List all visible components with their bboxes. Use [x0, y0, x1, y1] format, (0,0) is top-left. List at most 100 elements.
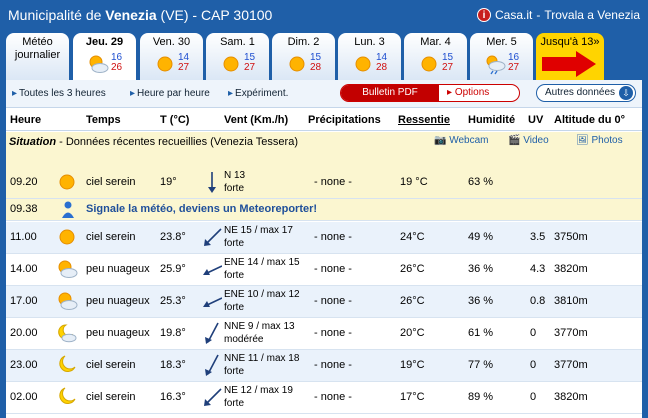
toutes-3-heures-link[interactable]: Toutes les 3 heures [12, 88, 106, 99]
table-header: Heure Temps T (°C) Vent (Km./h) Précipit… [6, 109, 642, 131]
row-temp: 16.3° [160, 391, 186, 403]
col-temp: T (°C) [160, 114, 190, 126]
experiment-link[interactable]: Expériment. [228, 88, 288, 99]
meteoreporter-link[interactable]: Signale la météo, deviens un Meteoreport… [86, 203, 317, 215]
tab-jeu-29[interactable]: Jeu. 29 16 26 [73, 33, 136, 81]
col-uv: UV [528, 114, 544, 126]
row-feel: 19°C [400, 359, 425, 371]
autres-donnees-button[interactable]: Autres données ⇩ [536, 84, 636, 102]
casa-link[interactable]: Casa.it [495, 8, 532, 22]
tab-label: Météo journalier [14, 36, 61, 61]
pdf-label: Bulletin PDF [362, 87, 418, 98]
video-label: Video [523, 135, 549, 146]
row-temp: 19° [160, 176, 177, 188]
col-vent: Vent (Km./h) [224, 114, 289, 126]
col-ressentie[interactable]: Ressentie [398, 114, 450, 126]
moon-cloud-icon [58, 324, 77, 343]
sun-icon [223, 56, 239, 72]
table-row: 02.00 ciel serein 16.3° NE 12 / max 19 f… [6, 382, 642, 414]
col-humidite: Humidité [468, 114, 516, 126]
day-tabs: Météo journalier Jeu. 29 16 26 Ven. 30 1… [6, 33, 642, 81]
row-humidity: 61 % [468, 327, 494, 339]
col-heure: Heure [10, 114, 42, 126]
row-humidity: 49 % [468, 231, 494, 243]
row-altitude: 3820m [554, 263, 588, 275]
row-precip: - none - [314, 263, 352, 275]
row-wind: NE 12 / max 19 [224, 385, 293, 396]
row-uv: 3.5 [530, 231, 546, 243]
row-sky: ciel serein [86, 359, 136, 371]
row-wind-strength: forte [224, 270, 245, 281]
row-time: 14.00 [10, 263, 38, 275]
row-wind: ENE 10 / max 12 [224, 289, 300, 300]
video-link[interactable]: 🎬 Video [508, 135, 549, 146]
row-wind-strength: forte [224, 238, 245, 249]
bulletin-pdf-button[interactable]: Bulletin PDF [341, 85, 439, 101]
row-wind: N 13 [224, 170, 246, 181]
row-temp: 25.9° [160, 263, 186, 275]
chevron-down-icon: ⇩ [619, 86, 633, 100]
row-uv: 0 [530, 391, 537, 403]
photos-label: Photos [591, 135, 623, 146]
row-uv: 0.8 [530, 295, 546, 307]
options-bar: Toutes les 3 heures Heure par heure Expé… [6, 80, 642, 108]
partly-cloudy-icon [58, 260, 78, 278]
row-time: 17.00 [10, 295, 38, 307]
row-time: 11.00 [10, 231, 37, 243]
info-icon: i [477, 8, 492, 22]
weather-window: { "topbar": { "title_prefix": "Municipal… [0, 0, 648, 418]
row-wind-strength: forte [224, 302, 245, 313]
tab-label: Jeu. 29 [85, 36, 124, 48]
webcam-label: Webcam [449, 135, 489, 146]
tab-tmax: 28 [376, 62, 388, 73]
row-humidity: 89 % [468, 391, 494, 403]
tab-tmax: 26 [111, 62, 123, 73]
row-temp: 25.3° [160, 295, 186, 307]
tab-mer-5[interactable]: Mer. 5 16 27 [470, 33, 533, 80]
row-wind: NNE 11 / max 18 [224, 353, 300, 364]
situation-label: Situation [9, 136, 57, 148]
wind-arrow-icon [205, 354, 219, 376]
options-label: Options [454, 87, 490, 98]
row-precip: - none - [314, 295, 352, 307]
top-bar: Municipalité de Venezia (VE) - CAP 30100… [0, 0, 648, 32]
row-time: 23.00 [10, 359, 38, 371]
moon-icon [59, 355, 76, 372]
row-humidity: 77 % [468, 359, 494, 371]
row-wind-strength: modérée [224, 334, 264, 345]
row-time: 09.20 [10, 176, 38, 188]
tab-lun-3[interactable]: Lun. 3 14 28 [338, 33, 401, 80]
col-temps: Temps [86, 114, 121, 126]
tab-jusqua-13[interactable]: Jusqu'à 13» [536, 33, 604, 80]
photos-link[interactable]: 🖼 Photos [576, 135, 623, 146]
red-arrow-body [542, 57, 578, 71]
title-prefix: Municipalité de [8, 7, 102, 23]
row-feel: 24°C [400, 231, 425, 243]
table-row: 14.00 peu nuageux 25.9° ENE 14 / max 15 … [6, 254, 642, 286]
tab-label: Mer. 5 [486, 36, 517, 48]
tab-sam-1[interactable]: Sam. 1 15 27 [206, 33, 269, 80]
wind-arrow-icon [203, 265, 222, 275]
row-precip: - none - [314, 176, 352, 188]
tab-meteo-journalier[interactable]: Météo journalier [6, 33, 69, 80]
webcam-link[interactable]: 📷 Webcam [434, 135, 489, 146]
row-feel: 19 °C [400, 176, 428, 188]
tab-ven-30[interactable]: Ven. 30 14 27 [140, 33, 203, 80]
row-altitude: 3820m [554, 391, 588, 403]
row-precip: - none - [314, 391, 352, 403]
heure-par-heure-link[interactable]: Heure par heure [130, 88, 210, 99]
row-sky: peu nuageux [86, 295, 150, 307]
webcam-icon: 📷 [434, 135, 447, 146]
tab-label: Mar. 4 [420, 36, 451, 48]
tab-tmax: 27 [442, 62, 454, 73]
tab-dim-2[interactable]: Dim. 2 15 28 [272, 33, 335, 80]
wind-arrow-icon [204, 388, 222, 406]
row-altitude: 3810m [554, 295, 588, 307]
trovala-link[interactable]: Trovala a Venezia [544, 8, 640, 22]
options-button[interactable]: ▸ Options [441, 85, 519, 101]
tab-mar-4[interactable]: Mar. 4 15 27 [404, 33, 467, 80]
row-uv: 4.3 [530, 263, 546, 275]
video-icon: 🎬 [508, 135, 521, 146]
sun-rain-icon [486, 55, 506, 75]
row-feel: 26°C [400, 295, 425, 307]
